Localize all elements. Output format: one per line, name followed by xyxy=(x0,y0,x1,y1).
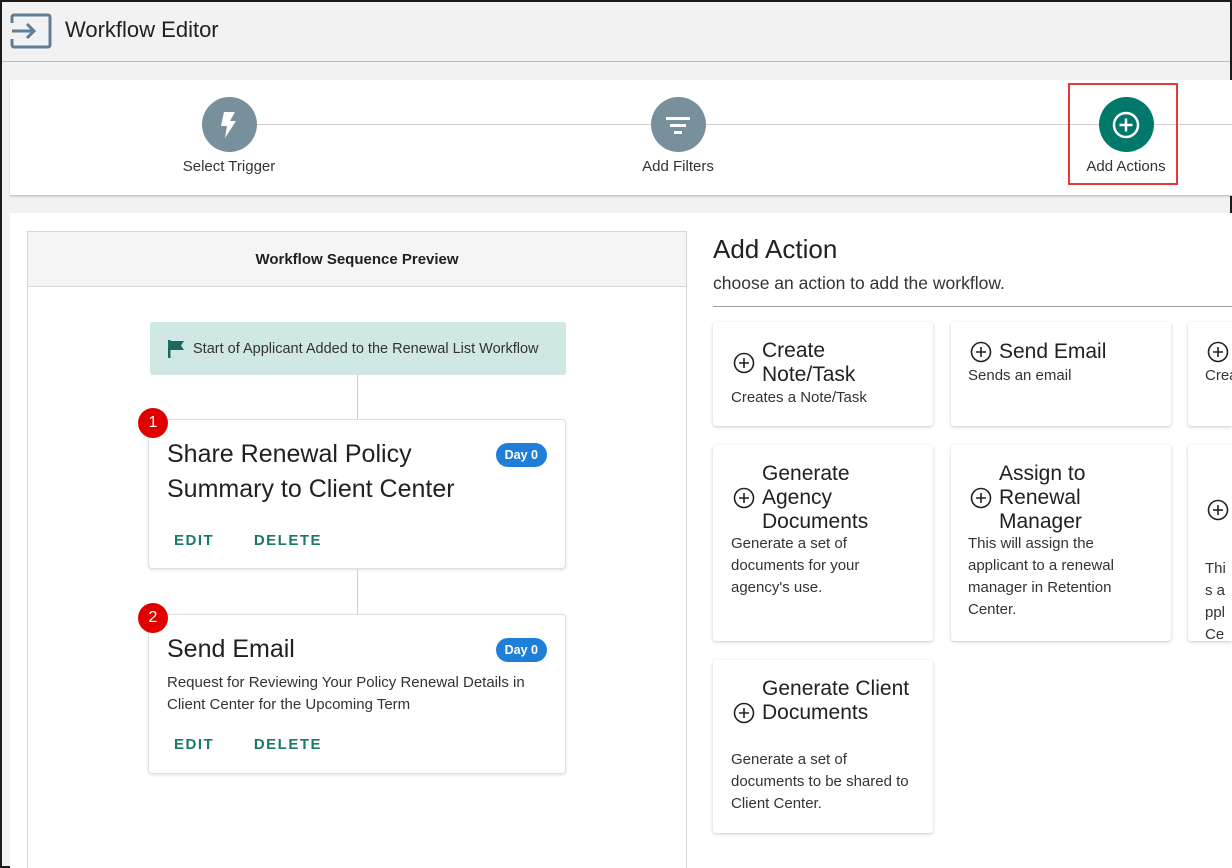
filter-icon xyxy=(666,116,690,134)
step-circle xyxy=(1098,97,1154,152)
sequence-item-description: Request for Reviewing Your Policy Renewa… xyxy=(167,674,525,713)
start-label: Start of Applicant Added to the Renewal … xyxy=(193,340,539,357)
step-circle xyxy=(201,97,257,152)
flag-icon xyxy=(168,339,184,358)
action-card-title: Generate Agency Documents xyxy=(762,462,869,533)
sequence-item: 2 Send Email Day 0 Request for Reviewing… xyxy=(138,603,566,774)
connector-line xyxy=(357,375,358,419)
add-action-title: Add Action xyxy=(713,234,838,264)
plus-circle-icon xyxy=(1112,111,1140,138)
plus-circle-icon xyxy=(1207,499,1229,521)
edit-button[interactable]: EDIT xyxy=(174,736,214,753)
preview-header: Workflow Sequence Preview xyxy=(28,232,686,287)
action-card-title: Assign to Renewal Manager xyxy=(999,462,1086,533)
app-title: Workflow Editor xyxy=(65,17,219,42)
action-card-partial[interactable]: This appl Cen xyxy=(1188,445,1232,641)
step-number-badge: 2 xyxy=(138,603,168,633)
action-card-description: Generate a set of documents to be shared… xyxy=(731,751,909,812)
sequence-item-actions: EDIT DELETE xyxy=(174,736,356,753)
action-card-description: Creates a Note/Task xyxy=(731,389,867,406)
action-card-title: Create Note/Task xyxy=(762,339,856,386)
workflow-start-node: Start of Applicant Added to the Renewal … xyxy=(150,322,566,375)
sequence-item-title: Share Renewal Policy Summary to Client C… xyxy=(167,440,455,503)
action-card-partial[interactable]: Crea xyxy=(1188,322,1232,426)
action-card-description: This will assign the applicant to a rene… xyxy=(968,535,1114,618)
plus-circle-icon xyxy=(970,487,992,509)
app-bar: Workflow Editor xyxy=(2,2,1230,62)
day-badge: Day 0 xyxy=(495,443,547,467)
action-card-description: Generate a set of documents for your age… xyxy=(731,535,860,596)
exit-icon[interactable] xyxy=(10,13,52,49)
plus-circle-icon xyxy=(733,352,755,374)
action-card-title: Generate Client Documents xyxy=(762,677,910,724)
plus-circle-icon xyxy=(970,341,992,363)
step-circle xyxy=(650,97,706,152)
step-label: Select Trigger xyxy=(182,158,276,175)
sequence-item: 1 Share Renewal Policy Summary to Client… xyxy=(138,408,566,569)
action-card-assign-renewal-manager[interactable]: Assign to Renewal Manager This will assi… xyxy=(951,445,1171,641)
main-panel: Workflow Sequence Preview Start of Appli… xyxy=(10,213,1232,868)
delete-button[interactable]: DELETE xyxy=(254,736,322,753)
step-add-filters[interactable]: Add Filters xyxy=(608,97,748,175)
sequence-item-actions: EDIT DELETE xyxy=(174,532,356,549)
day-badge: Day 0 xyxy=(495,638,547,662)
step-number-badge: 1 xyxy=(138,408,168,438)
bolt-icon xyxy=(221,111,236,138)
plus-circle-icon xyxy=(1207,341,1229,363)
edit-button[interactable]: EDIT xyxy=(174,532,214,549)
sequence-item-title: Send Email xyxy=(167,635,295,663)
step-select-trigger[interactable]: Select Trigger xyxy=(159,97,299,175)
workflow-sequence-preview: Workflow Sequence Preview Start of Appli… xyxy=(27,231,687,868)
plus-circle-icon xyxy=(733,702,755,724)
step-label: Add Filters xyxy=(642,158,714,175)
workflow-stepper: Select Trigger Add Filters Add Actions xyxy=(10,80,1232,196)
action-card-send-email[interactable]: Send Email Sends an email xyxy=(951,322,1171,426)
plus-circle-icon xyxy=(733,487,755,509)
divider xyxy=(713,306,1232,307)
action-card-title: Send Email xyxy=(999,340,1107,363)
action-card-description: This appl Cen xyxy=(1205,560,1226,641)
connector-line xyxy=(357,569,358,614)
action-card-description: Crea xyxy=(1205,367,1232,384)
action-card-generate-client-documents[interactable]: Generate Client Documents Generate a set… xyxy=(713,660,933,833)
delete-button[interactable]: DELETE xyxy=(254,532,322,549)
action-card-description: Sends an email xyxy=(968,367,1072,384)
add-action-subtitle: choose an action to add the workflow. xyxy=(713,273,1005,293)
action-card-create-note-task[interactable]: Create Note/Task Creates a Note/Task xyxy=(713,322,933,426)
action-card-generate-agency-documents[interactable]: Generate Agency Documents Generate a set… xyxy=(713,445,933,641)
